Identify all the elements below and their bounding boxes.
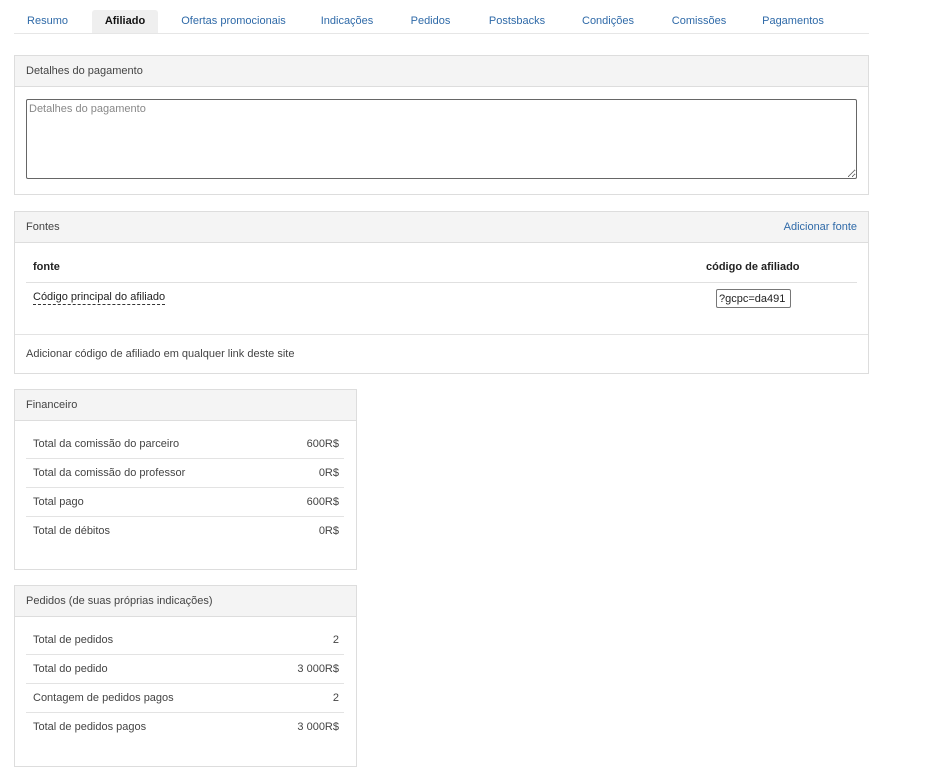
stat-label: Total da comissão do professor — [33, 467, 186, 479]
col-header-source: fonte — [33, 261, 60, 273]
stat-label: Total de pedidos — [33, 634, 114, 646]
tab-comissoes[interactable]: Comissões — [664, 10, 734, 33]
sources-panel: Fontes Adicionar fonte fonte código de a… — [14, 211, 869, 374]
stat-label: Total do pedido — [33, 663, 108, 675]
orders-title: Pedidos (de suas próprias indicações) — [26, 595, 213, 607]
tab-pagamentos[interactable]: Pagamentos — [756, 10, 830, 33]
orders-panel: Pedidos (de suas próprias indicações) To… — [14, 585, 357, 767]
orders-stats: Total de pedidos 2 Total do pedido 3 000… — [26, 626, 344, 741]
tab-resumo[interactable]: Resumo — [14, 10, 81, 33]
list-item: Total de débitos 0R$ — [26, 517, 344, 545]
list-item: Total da comissão do parceiro 600R$ — [26, 430, 344, 459]
financial-title: Financeiro — [26, 399, 78, 411]
sources-title: Fontes — [26, 221, 60, 233]
sources-table: fonte código de afiliado Código principa… — [26, 255, 857, 313]
stat-value: 3 000R$ — [297, 663, 339, 675]
col-header-affiliate-code: código de afiliado — [706, 261, 800, 273]
tab-condicoes[interactable]: Condições — [574, 10, 642, 33]
list-item: Total de pedidos 2 — [26, 626, 344, 655]
payment-details-title-text: Detalhes do pagamento — [26, 65, 143, 77]
list-item: Total da comissão do professor 0R$ — [26, 459, 344, 488]
sources-table-header: fonte código de afiliado — [26, 255, 857, 283]
stat-value: 600R$ — [306, 496, 339, 508]
sources-footer-text: Adicionar código de afiliado em qualquer… — [26, 348, 295, 360]
table-row: Código principal do afiliado — [26, 283, 857, 313]
tab-ofertas-promocionais[interactable]: Ofertas promocionais — [174, 10, 293, 33]
tab-indicacoes[interactable]: Indicações — [312, 10, 382, 33]
tab-pedidos[interactable]: Pedidos — [403, 10, 458, 33]
tab-bar: Resumo Afiliado Ofertas promocionais Ind… — [14, 10, 869, 34]
orders-header: Pedidos (de suas próprias indicações) — [15, 586, 356, 617]
financial-stats: Total da comissão do parceiro 600R$ Tota… — [26, 430, 344, 545]
stat-label: Total pago — [33, 496, 84, 508]
tab-afiliado[interactable]: Afiliado — [92, 10, 158, 33]
list-item: Total pago 600R$ — [26, 488, 344, 517]
stat-value: 0R$ — [318, 467, 339, 479]
financial-header: Financeiro — [15, 390, 356, 421]
payment-details-title: Detalhes do pagamento — [15, 56, 868, 87]
payment-details-input[interactable] — [26, 99, 857, 179]
financial-panel: Financeiro Total da comissão do parceiro… — [14, 389, 357, 570]
list-item: Contagem de pedidos pagos 2 — [26, 684, 344, 713]
affiliate-code-field[interactable] — [716, 289, 791, 308]
stat-value: 3 000R$ — [297, 721, 339, 733]
sources-footer-note: Adicionar código de afiliado em qualquer… — [15, 334, 868, 373]
stat-value: 600R$ — [306, 438, 339, 450]
stat-label: Total da comissão do parceiro — [33, 438, 180, 450]
stat-label: Total de pedidos pagos — [33, 721, 147, 733]
list-item: Total do pedido 3 000R$ — [26, 655, 344, 684]
add-source-link[interactable]: Adicionar fonte — [784, 212, 857, 243]
stat-value: 2 — [332, 692, 339, 704]
stat-label: Contagem de pedidos pagos — [33, 692, 174, 704]
sources-header: Fontes Adicionar fonte — [15, 212, 868, 243]
stat-label: Total de débitos — [33, 525, 111, 537]
source-name-link[interactable]: Código principal do afiliado — [33, 291, 166, 305]
stat-value: 0R$ — [318, 525, 339, 537]
payment-details-panel: Detalhes do pagamento — [14, 55, 869, 195]
list-item: Total de pedidos pagos 3 000R$ — [26, 713, 344, 741]
tab-postsbacks[interactable]: Postsbacks — [481, 10, 553, 33]
stat-value: 2 — [332, 634, 339, 646]
